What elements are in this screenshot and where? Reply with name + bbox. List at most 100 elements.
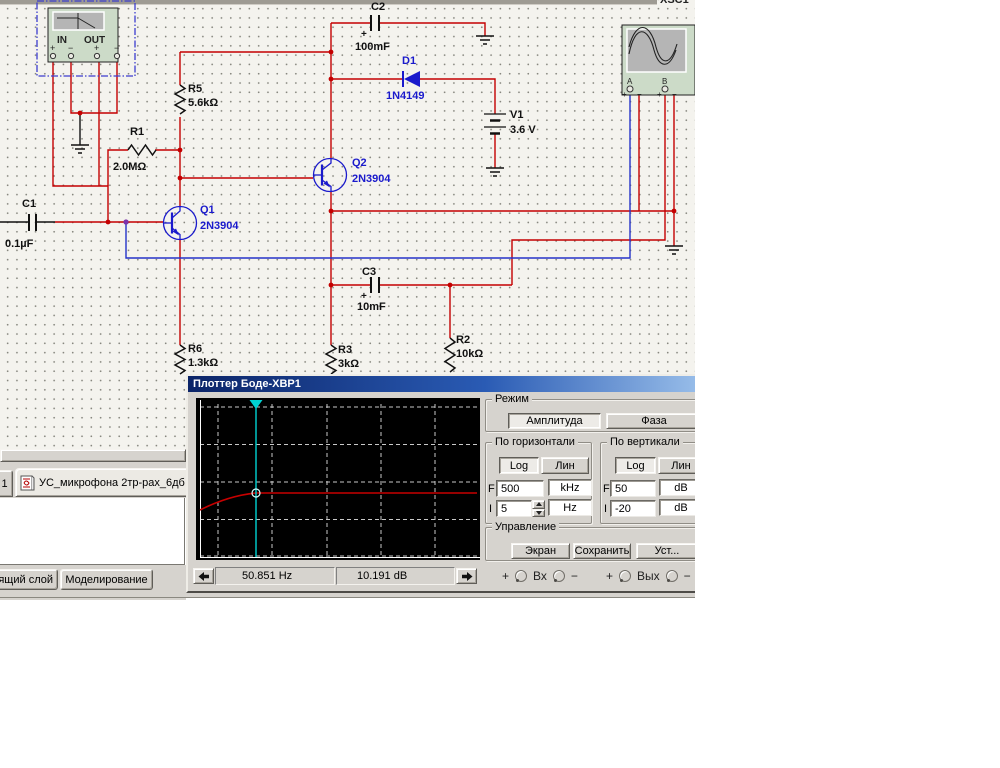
scope-ref-label: XSC1: [660, 0, 689, 6]
label-d1-ref: D1: [402, 55, 416, 67]
horizontal-final-unit: kHz: [548, 479, 592, 496]
label-c2-val: 100mF: [355, 41, 390, 53]
resistor-r6[interactable]: [173, 344, 187, 375]
bode-probe-in-label: IN: [57, 35, 67, 46]
scope-channel-a-label: A: [627, 77, 633, 86]
bode-plot-display[interactable]: [196, 398, 480, 560]
label-r3-ref: R3: [338, 344, 352, 356]
settings-button[interactable]: Уст...: [636, 543, 698, 559]
horizontal-lin-button[interactable]: Лин: [541, 457, 589, 474]
phase-button[interactable]: Фаза: [606, 413, 702, 429]
svg-text:−: −: [68, 43, 73, 53]
label-c2-ref: C2: [371, 1, 385, 13]
semiconductor-labels: Q1 2N3904 Q2 2N3904 D1 1N4149: [200, 55, 425, 232]
arrow-left-icon: [198, 571, 209, 581]
sheet-icon: [20, 475, 35, 490]
horizontal-scrollbar[interactable]: [0, 449, 186, 462]
svg-text:+: +: [622, 90, 627, 99]
control-group: Управление Экран Сохранить Уст...: [485, 521, 722, 561]
svg-text:+: +: [361, 291, 367, 302]
svg-text:+: +: [361, 29, 367, 40]
out-plus-terminal[interactable]: [619, 570, 632, 582]
status-tab-layer[interactable]: ящий слой: [0, 569, 58, 590]
label-r3-val: 3kΩ: [338, 358, 359, 370]
spreadsheet-panel[interactable]: [0, 498, 185, 565]
transistor-q2[interactable]: [312, 157, 348, 193]
mode-group: Режим Амплитуда Фаза: [485, 393, 722, 432]
screen-button[interactable]: Экран: [511, 543, 570, 559]
label-r5-val: 5.6kΩ: [188, 97, 218, 109]
label-r2-val: 10kΩ: [456, 348, 483, 360]
resistor-r5[interactable]: [173, 84, 187, 115]
status-tab-layer-label: ящий слой: [0, 573, 53, 586]
horizontal-initial-spinner[interactable]: [532, 500, 545, 517]
junction-dot-blue: [123, 219, 129, 225]
sheet-tab-bar: 1 УС_микрофона 2тр-рах_6дб *: [0, 462, 190, 498]
vertical-final-input[interactable]: [610, 480, 656, 497]
diode-d1[interactable]: [402, 71, 420, 87]
spinner-up-icon[interactable]: [532, 500, 545, 509]
bode-plot-graph: [199, 400, 480, 558]
sheet-tab-active[interactable]: УС_микрофона 2тр-рах_6дб *: [15, 468, 190, 497]
horizontal-initial-input[interactable]: [496, 500, 532, 517]
label-r1-ref: R1: [130, 126, 144, 138]
vertical-log-button[interactable]: Log: [615, 457, 656, 474]
scope-channel-b-label: B: [662, 77, 667, 86]
capacitor-c2[interactable]: [370, 15, 380, 31]
label-d1-val: 1N4149: [386, 90, 425, 102]
battery-v1[interactable]: [484, 113, 506, 135]
resistor-r1[interactable]: [127, 143, 157, 157]
out-plus-label: +: [606, 569, 614, 583]
label-q1-ref: Q1: [200, 204, 215, 216]
status-tab-simulation-label: Моделирование: [65, 573, 148, 586]
sheet-tab-cut-label: 1: [1, 477, 8, 490]
horizontal-log-button[interactable]: Log: [499, 457, 539, 474]
wire-black-net[interactable]: [0, 113, 81, 223]
vertical-group-label: По вертикали: [607, 436, 683, 448]
in-minus-label: −: [570, 569, 578, 583]
horizontal-final-input[interactable]: [496, 480, 544, 497]
out-minus-terminal[interactable]: [665, 570, 678, 582]
label-r2-ref: R2: [456, 334, 470, 346]
horizontal-initial-label: I: [489, 503, 493, 515]
vertical-initial-label: I: [604, 503, 608, 515]
out-minus-label: −: [683, 569, 691, 583]
bode-window-titlebar[interactable]: Плоттер Боде-XBP1: [188, 376, 724, 392]
label-v1-val: 3.6 V: [510, 124, 536, 136]
label-q1-val: 2N3904: [200, 220, 239, 232]
plot-cursor[interactable]: [249, 400, 263, 557]
svg-text:+: +: [50, 43, 55, 53]
cursor-left-button[interactable]: [193, 568, 214, 584]
label-q2-ref: Q2: [352, 157, 367, 169]
spinner-down-icon[interactable]: [532, 508, 545, 517]
output-terminals: + Вых −: [606, 569, 691, 583]
plot-axes: [200, 400, 480, 558]
label-q2-val: 2N3904: [352, 173, 391, 185]
label-c1-val: 0.1µF: [5, 238, 34, 250]
svg-text:+: +: [657, 90, 662, 99]
sheet-tab-cut[interactable]: 1: [0, 470, 13, 497]
vertical-f-label: F: [603, 483, 610, 495]
resistor-r2[interactable]: [443, 337, 457, 373]
vertical-initial-input[interactable]: [610, 500, 656, 517]
in-minus-terminal[interactable]: [552, 570, 565, 582]
bode-probe-icon[interactable]: IN OUT + − + −: [36, 0, 136, 77]
status-tab-simulation[interactable]: Моделирование: [60, 569, 153, 590]
out-label: Вых: [637, 569, 660, 583]
sheet-tab-label: УС_микрофона 2тр-рах_6дб *: [39, 476, 189, 489]
capacitor-c3[interactable]: [370, 277, 380, 293]
svg-text:−: −: [637, 90, 642, 99]
resistor-r3[interactable]: [324, 344, 338, 375]
save-button[interactable]: Сохранить: [573, 543, 631, 559]
oscilloscope-icon[interactable]: A B + − + − XSC1: [621, 0, 695, 99]
capacitor-c1[interactable]: [28, 214, 37, 231]
in-plus-terminal[interactable]: [515, 570, 528, 582]
transistor-q1[interactable]: [162, 205, 198, 241]
bode-plotter-window[interactable]: Плоттер Боде-XBP1 Режим Амплитуда Фаза П…: [186, 374, 726, 593]
input-terminals: + Вх −: [502, 569, 578, 583]
horizontal-axis-group: По горизонтали Log Лин F kHz I Hz: [485, 436, 592, 524]
horizontal-group-label: По горизонтали: [492, 436, 578, 448]
right-whitespace: [695, 0, 1000, 768]
magnitude-button[interactable]: Амплитуда: [508, 413, 601, 429]
cursor-right-button[interactable]: [456, 568, 477, 584]
